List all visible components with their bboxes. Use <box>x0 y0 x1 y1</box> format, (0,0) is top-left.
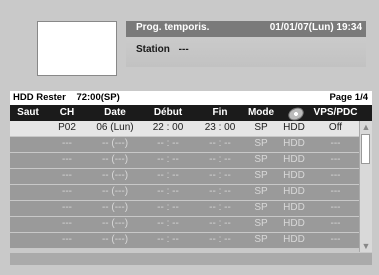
cell-device: HDD <box>283 234 305 245</box>
device-remaining-label: HDD Rester <box>13 92 66 103</box>
table-row[interactable]: --- -- (---) -- : -- -- : -- SP HDD --- <box>10 233 359 249</box>
cell-debut: -- : -- <box>157 154 179 165</box>
station-value: --- <box>178 44 189 55</box>
cell-mode: SP <box>254 234 268 245</box>
scroll-up-icon[interactable]: ▲ <box>361 122 371 132</box>
cell-ch: --- <box>62 218 72 229</box>
cell-device: HDD <box>283 186 305 197</box>
cell-ch: --- <box>62 186 72 197</box>
cell-device: HDD <box>283 170 305 181</box>
table-row[interactable]: --- -- (---) -- : -- -- : -- SP HDD --- <box>10 185 359 201</box>
cell-mode: SP <box>254 122 268 133</box>
cell-debut: -- : -- <box>157 202 179 213</box>
cell-debut: -- : -- <box>157 186 179 197</box>
table-row[interactable]: --- -- (---) -- : -- -- : -- SP HDD --- <box>10 217 359 233</box>
cell-fin: -- : -- <box>209 170 231 181</box>
cell-mode: SP <box>254 186 268 197</box>
program-info-panel: Prog. temporis. 01/01/07(Lun) 19:34 Stat… <box>126 21 366 67</box>
cell-date: -- (---) <box>101 186 129 197</box>
cell-device: HDD <box>283 138 305 149</box>
cell-ch: --- <box>62 234 72 245</box>
cell-date: -- (---) <box>101 138 129 149</box>
col-saut: Saut <box>17 107 39 118</box>
cell-device: HDD <box>283 154 305 165</box>
station-info: Station --- <box>136 44 189 55</box>
cell-vps: --- <box>330 234 341 245</box>
cell-vps: --- <box>330 186 341 197</box>
cell-debut: -- : -- <box>157 170 179 181</box>
table-row[interactable]: P02 06 (Lun) 22 : 00 23 : 00 SP HDD Off <box>10 121 359 137</box>
cell-ch: P02 <box>58 122 76 133</box>
cell-vps: --- <box>330 138 341 149</box>
cell-date: 06 (Lun) <box>96 122 134 133</box>
cell-date: -- (---) <box>101 202 129 213</box>
col-date: Date <box>104 107 126 118</box>
remaining-time: 72:00(SP) <box>76 92 120 103</box>
col-fin: Fin <box>212 107 228 118</box>
cell-mode: SP <box>254 218 268 229</box>
table-row[interactable]: --- -- (---) -- : -- -- : -- SP HDD --- <box>10 201 359 217</box>
table-row[interactable]: --- -- (---) -- : -- -- : -- SP HDD --- <box>10 137 359 153</box>
timer-list: P02 06 (Lun) 22 : 00 23 : 00 SP HDD Off --- -- (… <box>10 121 359 249</box>
cell-ch: --- <box>62 202 72 213</box>
current-datetime: 01/01/07(Lun) 19:34 <box>269 22 362 33</box>
video-preview <box>37 21 117 76</box>
cell-vps: Off <box>328 122 343 133</box>
scrollbar[interactable]: ▲ ▼ <box>359 121 372 252</box>
cell-fin: -- : -- <box>209 234 231 245</box>
cell-debut: -- : -- <box>157 218 179 229</box>
info-title-bar: Prog. temporis. 01/01/07(Lun) 19:34 <box>126 21 366 37</box>
cell-mode: SP <box>254 154 268 165</box>
station-label: Station <box>136 44 170 55</box>
scroll-down-icon[interactable]: ▼ <box>361 241 371 251</box>
cell-date: -- (---) <box>101 218 129 229</box>
page-indicator: Page 1/4 <box>329 92 368 103</box>
col-vps: VPS/PDC <box>313 107 358 118</box>
cell-debut: -- : -- <box>157 234 179 245</box>
cell-fin: -- : -- <box>209 186 231 197</box>
cell-date: -- (---) <box>101 154 129 165</box>
cell-mode: SP <box>254 202 268 213</box>
cell-fin: -- : -- <box>209 154 231 165</box>
cell-ch: --- <box>62 170 72 181</box>
cell-vps: --- <box>330 218 341 229</box>
col-debut: Début <box>153 107 183 118</box>
cell-ch: --- <box>62 154 72 165</box>
cell-date: -- (---) <box>101 234 129 245</box>
cell-fin: -- : -- <box>209 202 231 213</box>
remaining-info: HDD Rester 72:00(SP) <box>13 92 120 103</box>
cell-debut: 22 : 00 <box>152 122 184 133</box>
info-title: Prog. temporis. <box>136 22 210 33</box>
cell-mode: SP <box>254 138 268 149</box>
cell-debut: -- : -- <box>157 138 179 149</box>
cell-mode: SP <box>254 170 268 181</box>
col-mode: Mode <box>247 107 275 118</box>
cell-ch: --- <box>62 138 72 149</box>
footer-bar <box>10 253 372 265</box>
cell-vps: --- <box>330 154 341 165</box>
timer-programming-screen: Prog. temporis. 01/01/07(Lun) 19:34 Stat… <box>0 0 379 275</box>
list-status-bar: HDD Rester 72:00(SP) Page 1/4 <box>10 91 372 105</box>
column-header: Saut CH Date Début Fin Mode VPS/PDC <box>10 105 372 123</box>
cell-fin: -- : -- <box>209 218 231 229</box>
cell-date: -- (---) <box>101 170 129 181</box>
cell-device: HDD <box>283 122 305 133</box>
col-ch: CH <box>59 107 75 118</box>
cell-fin: 23 : 00 <box>204 122 236 133</box>
cell-vps: --- <box>330 170 341 181</box>
table-row[interactable]: --- -- (---) -- : -- -- : -- SP HDD --- <box>10 153 359 169</box>
cell-device: HDD <box>283 218 305 229</box>
cell-fin: -- : -- <box>209 138 231 149</box>
table-row[interactable]: --- -- (---) -- : -- -- : -- SP HDD --- <box>10 169 359 185</box>
scroll-thumb[interactable] <box>361 134 370 164</box>
cell-vps: --- <box>330 202 341 213</box>
cell-device: HDD <box>283 202 305 213</box>
